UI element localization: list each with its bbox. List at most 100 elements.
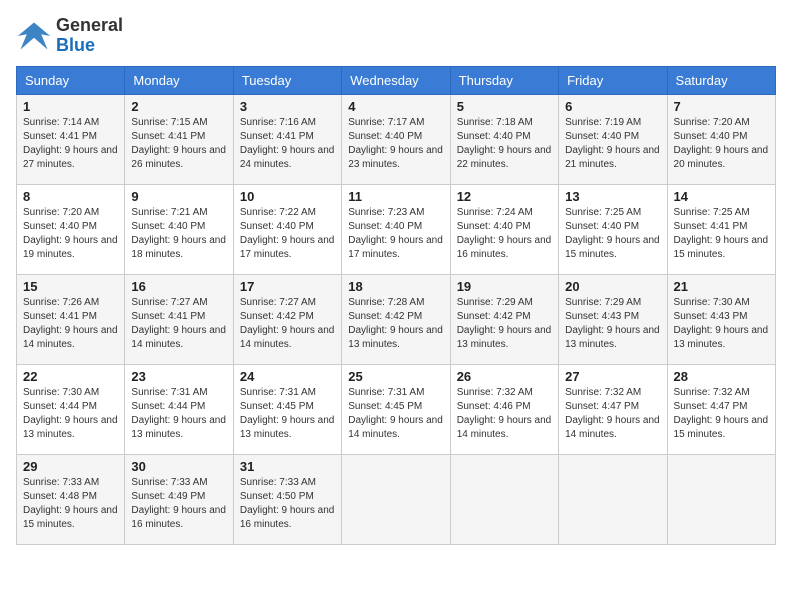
day-info: Sunrise: 7:32 AM Sunset: 4:47 PM Dayligh… bbox=[565, 386, 660, 442]
calendar-cell: 25 Sunrise: 7:31 AM Sunset: 4:45 PM Dayl… bbox=[342, 364, 450, 454]
calendar-cell: 2 Sunrise: 7:15 AM Sunset: 4:41 PM Dayli… bbox=[125, 94, 233, 184]
sunset-text: Sunset: 4:43 PM bbox=[674, 311, 748, 322]
day-info: Sunrise: 7:27 AM Sunset: 4:42 PM Dayligh… bbox=[240, 296, 335, 352]
weekday-header-friday: Friday bbox=[559, 66, 667, 94]
day-info: Sunrise: 7:31 AM Sunset: 4:45 PM Dayligh… bbox=[348, 386, 443, 442]
day-number: 15 bbox=[23, 279, 118, 294]
day-number: 11 bbox=[348, 189, 443, 204]
daylight-text: Daylight: 9 hours and 13 minutes. bbox=[131, 415, 226, 440]
day-info: Sunrise: 7:24 AM Sunset: 4:40 PM Dayligh… bbox=[457, 206, 552, 262]
daylight-text: Daylight: 9 hours and 21 minutes. bbox=[565, 145, 660, 170]
sunrise-text: Sunrise: 7:30 AM bbox=[674, 297, 750, 308]
calendar-cell: 5 Sunrise: 7:18 AM Sunset: 4:40 PM Dayli… bbox=[450, 94, 558, 184]
sunset-text: Sunset: 4:41 PM bbox=[131, 131, 205, 142]
calendar-cell: 11 Sunrise: 7:23 AM Sunset: 4:40 PM Dayl… bbox=[342, 184, 450, 274]
day-info: Sunrise: 7:30 AM Sunset: 4:43 PM Dayligh… bbox=[674, 296, 769, 352]
day-info: Sunrise: 7:27 AM Sunset: 4:41 PM Dayligh… bbox=[131, 296, 226, 352]
day-info: Sunrise: 7:23 AM Sunset: 4:40 PM Dayligh… bbox=[348, 206, 443, 262]
calendar-cell bbox=[667, 454, 775, 544]
sunset-text: Sunset: 4:46 PM bbox=[457, 401, 531, 412]
sunrise-text: Sunrise: 7:28 AM bbox=[348, 297, 424, 308]
day-info: Sunrise: 7:17 AM Sunset: 4:40 PM Dayligh… bbox=[348, 116, 443, 172]
sunset-text: Sunset: 4:47 PM bbox=[674, 401, 748, 412]
sunrise-text: Sunrise: 7:32 AM bbox=[457, 387, 533, 398]
calendar-cell: 23 Sunrise: 7:31 AM Sunset: 4:44 PM Dayl… bbox=[125, 364, 233, 454]
day-number: 27 bbox=[565, 369, 660, 384]
calendar-cell: 22 Sunrise: 7:30 AM Sunset: 4:44 PM Dayl… bbox=[17, 364, 125, 454]
day-info: Sunrise: 7:22 AM Sunset: 4:40 PM Dayligh… bbox=[240, 206, 335, 262]
sunset-text: Sunset: 4:40 PM bbox=[131, 221, 205, 232]
sunrise-text: Sunrise: 7:26 AM bbox=[23, 297, 99, 308]
sunrise-text: Sunrise: 7:30 AM bbox=[23, 387, 99, 398]
calendar-cell: 18 Sunrise: 7:28 AM Sunset: 4:42 PM Dayl… bbox=[342, 274, 450, 364]
day-number: 21 bbox=[674, 279, 769, 294]
day-number: 23 bbox=[131, 369, 226, 384]
sunset-text: Sunset: 4:40 PM bbox=[674, 131, 748, 142]
calendar-week-3: 15 Sunrise: 7:26 AM Sunset: 4:41 PM Dayl… bbox=[17, 274, 776, 364]
sunrise-text: Sunrise: 7:31 AM bbox=[131, 387, 207, 398]
day-info: Sunrise: 7:29 AM Sunset: 4:43 PM Dayligh… bbox=[565, 296, 660, 352]
daylight-text: Daylight: 9 hours and 16 minutes. bbox=[457, 235, 552, 260]
sunset-text: Sunset: 4:40 PM bbox=[23, 221, 97, 232]
day-number: 28 bbox=[674, 369, 769, 384]
sunset-text: Sunset: 4:40 PM bbox=[240, 221, 314, 232]
daylight-text: Daylight: 9 hours and 13 minutes. bbox=[23, 415, 118, 440]
daylight-text: Daylight: 9 hours and 16 minutes. bbox=[240, 505, 335, 530]
day-number: 16 bbox=[131, 279, 226, 294]
calendar-week-2: 8 Sunrise: 7:20 AM Sunset: 4:40 PM Dayli… bbox=[17, 184, 776, 274]
daylight-text: Daylight: 9 hours and 17 minutes. bbox=[348, 235, 443, 260]
sunset-text: Sunset: 4:40 PM bbox=[565, 131, 639, 142]
daylight-text: Daylight: 9 hours and 13 minutes. bbox=[348, 325, 443, 350]
daylight-text: Daylight: 9 hours and 14 minutes. bbox=[131, 325, 226, 350]
day-info: Sunrise: 7:31 AM Sunset: 4:44 PM Dayligh… bbox=[131, 386, 226, 442]
daylight-text: Daylight: 9 hours and 23 minutes. bbox=[348, 145, 443, 170]
daylight-text: Daylight: 9 hours and 13 minutes. bbox=[674, 325, 769, 350]
day-info: Sunrise: 7:25 AM Sunset: 4:40 PM Dayligh… bbox=[565, 206, 660, 262]
daylight-text: Daylight: 9 hours and 16 minutes. bbox=[131, 505, 226, 530]
calendar-cell: 6 Sunrise: 7:19 AM Sunset: 4:40 PM Dayli… bbox=[559, 94, 667, 184]
day-number: 8 bbox=[23, 189, 118, 204]
daylight-text: Daylight: 9 hours and 17 minutes. bbox=[240, 235, 335, 260]
sunrise-text: Sunrise: 7:20 AM bbox=[674, 117, 750, 128]
sunset-text: Sunset: 4:41 PM bbox=[23, 131, 97, 142]
daylight-text: Daylight: 9 hours and 13 minutes. bbox=[565, 325, 660, 350]
daylight-text: Daylight: 9 hours and 14 minutes. bbox=[23, 325, 118, 350]
day-number: 7 bbox=[674, 99, 769, 114]
sunset-text: Sunset: 4:49 PM bbox=[131, 491, 205, 502]
calendar-cell bbox=[559, 454, 667, 544]
sunset-text: Sunset: 4:42 PM bbox=[348, 311, 422, 322]
sunset-text: Sunset: 4:41 PM bbox=[240, 131, 314, 142]
sunset-text: Sunset: 4:41 PM bbox=[23, 311, 97, 322]
sunset-text: Sunset: 4:50 PM bbox=[240, 491, 314, 502]
sunset-text: Sunset: 4:40 PM bbox=[348, 131, 422, 142]
daylight-text: Daylight: 9 hours and 22 minutes. bbox=[457, 145, 552, 170]
day-number: 1 bbox=[23, 99, 118, 114]
calendar-cell: 1 Sunrise: 7:14 AM Sunset: 4:41 PM Dayli… bbox=[17, 94, 125, 184]
day-number: 2 bbox=[131, 99, 226, 114]
daylight-text: Daylight: 9 hours and 24 minutes. bbox=[240, 145, 335, 170]
day-number: 10 bbox=[240, 189, 335, 204]
calendar-cell: 26 Sunrise: 7:32 AM Sunset: 4:46 PM Dayl… bbox=[450, 364, 558, 454]
sunrise-text: Sunrise: 7:24 AM bbox=[457, 207, 533, 218]
daylight-text: Daylight: 9 hours and 14 minutes. bbox=[457, 415, 552, 440]
sunrise-text: Sunrise: 7:27 AM bbox=[240, 297, 316, 308]
daylight-text: Daylight: 9 hours and 15 minutes. bbox=[23, 505, 118, 530]
day-number: 5 bbox=[457, 99, 552, 114]
calendar-cell bbox=[450, 454, 558, 544]
daylight-text: Daylight: 9 hours and 14 minutes. bbox=[240, 325, 335, 350]
sunset-text: Sunset: 4:45 PM bbox=[348, 401, 422, 412]
day-number: 6 bbox=[565, 99, 660, 114]
sunrise-text: Sunrise: 7:20 AM bbox=[23, 207, 99, 218]
calendar-header: SundayMondayTuesdayWednesdayThursdayFrid… bbox=[17, 66, 776, 94]
daylight-text: Daylight: 9 hours and 15 minutes. bbox=[674, 235, 769, 260]
calendar-cell: 15 Sunrise: 7:26 AM Sunset: 4:41 PM Dayl… bbox=[17, 274, 125, 364]
day-number: 25 bbox=[348, 369, 443, 384]
calendar-cell: 9 Sunrise: 7:21 AM Sunset: 4:40 PM Dayli… bbox=[125, 184, 233, 274]
day-number: 19 bbox=[457, 279, 552, 294]
sunrise-text: Sunrise: 7:17 AM bbox=[348, 117, 424, 128]
daylight-text: Daylight: 9 hours and 13 minutes. bbox=[240, 415, 335, 440]
logo-text: General Blue bbox=[56, 16, 123, 56]
sunrise-text: Sunrise: 7:23 AM bbox=[348, 207, 424, 218]
calendar-cell: 21 Sunrise: 7:30 AM Sunset: 4:43 PM Dayl… bbox=[667, 274, 775, 364]
day-number: 26 bbox=[457, 369, 552, 384]
